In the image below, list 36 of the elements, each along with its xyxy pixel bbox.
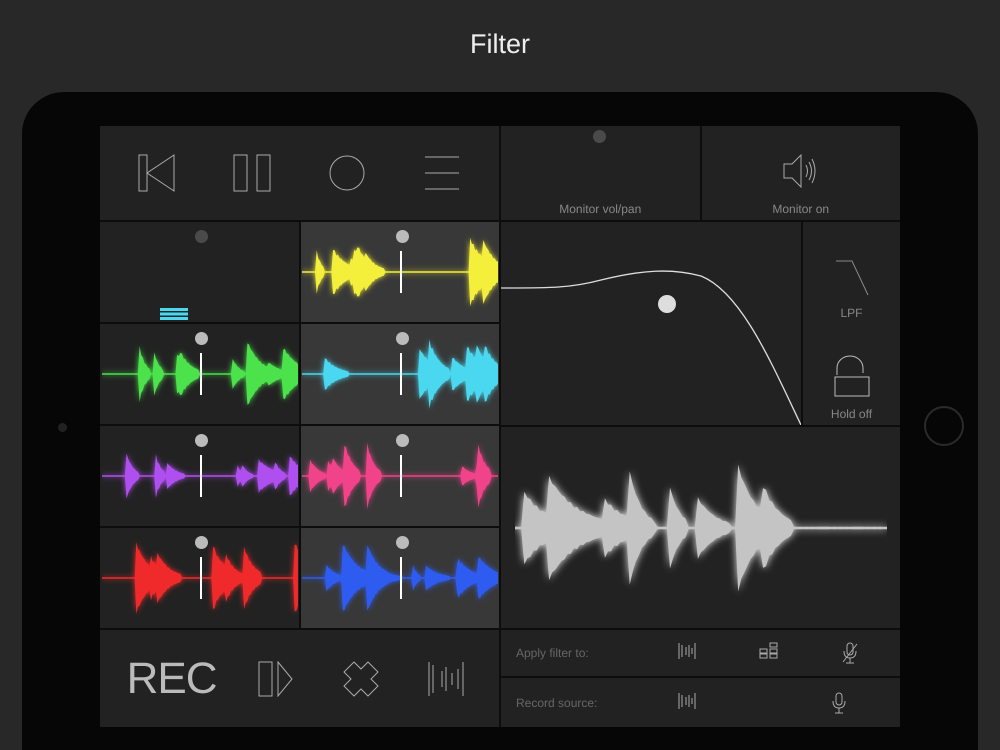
record-button[interactable]: REC [122, 650, 221, 708]
skip-back-icon [138, 154, 176, 192]
record-source-label: Record source: [516, 696, 598, 710]
play-step-icon [258, 660, 294, 696]
hold-button[interactable]: Hold off [803, 324, 900, 425]
waveform-bars-icon [678, 642, 696, 660]
lowpass-icon [834, 260, 868, 296]
hold-label: Hold off [830, 407, 872, 421]
monitor-volume-label: Monitor vol/pan [559, 202, 642, 216]
cross-icon [343, 660, 380, 696]
monitor-toggle[interactable]: Monitor on [702, 126, 900, 220]
volume-knob[interactable] [195, 536, 208, 549]
volume-knob[interactable] [396, 230, 409, 243]
monitor-toggle-label: Monitor on [772, 202, 830, 216]
microphone-icon [830, 692, 848, 714]
volume-knob[interactable] [195, 434, 208, 447]
grid-icon [758, 642, 778, 659]
page-title: Filter [469, 28, 531, 60]
volume-knob[interactable] [396, 434, 409, 447]
volume-knob[interactable] [396, 536, 409, 549]
filter-type-button[interactable]: LPF [803, 222, 900, 324]
pause-icon [233, 154, 272, 192]
volume-knob[interactable] [396, 332, 409, 345]
empty-clip-slot[interactable] [100, 222, 299, 322]
camera-dot [58, 423, 67, 432]
volume-knob[interactable] [195, 332, 208, 345]
unlocked-padlock-icon [834, 355, 870, 397]
cutoff-handle[interactable] [658, 295, 676, 313]
muted-microphone-icon [840, 642, 858, 664]
waveform-bars-icon [678, 692, 696, 710]
apply-filter-label: Apply filter to: [516, 646, 590, 660]
waveform-bars-icon [428, 660, 464, 696]
record-icon [328, 154, 366, 192]
monitor-volume-pad[interactable]: Monitor vol/pan [501, 126, 700, 220]
filter-type-label: LPF [840, 306, 862, 320]
menu-icon [422, 156, 461, 190]
